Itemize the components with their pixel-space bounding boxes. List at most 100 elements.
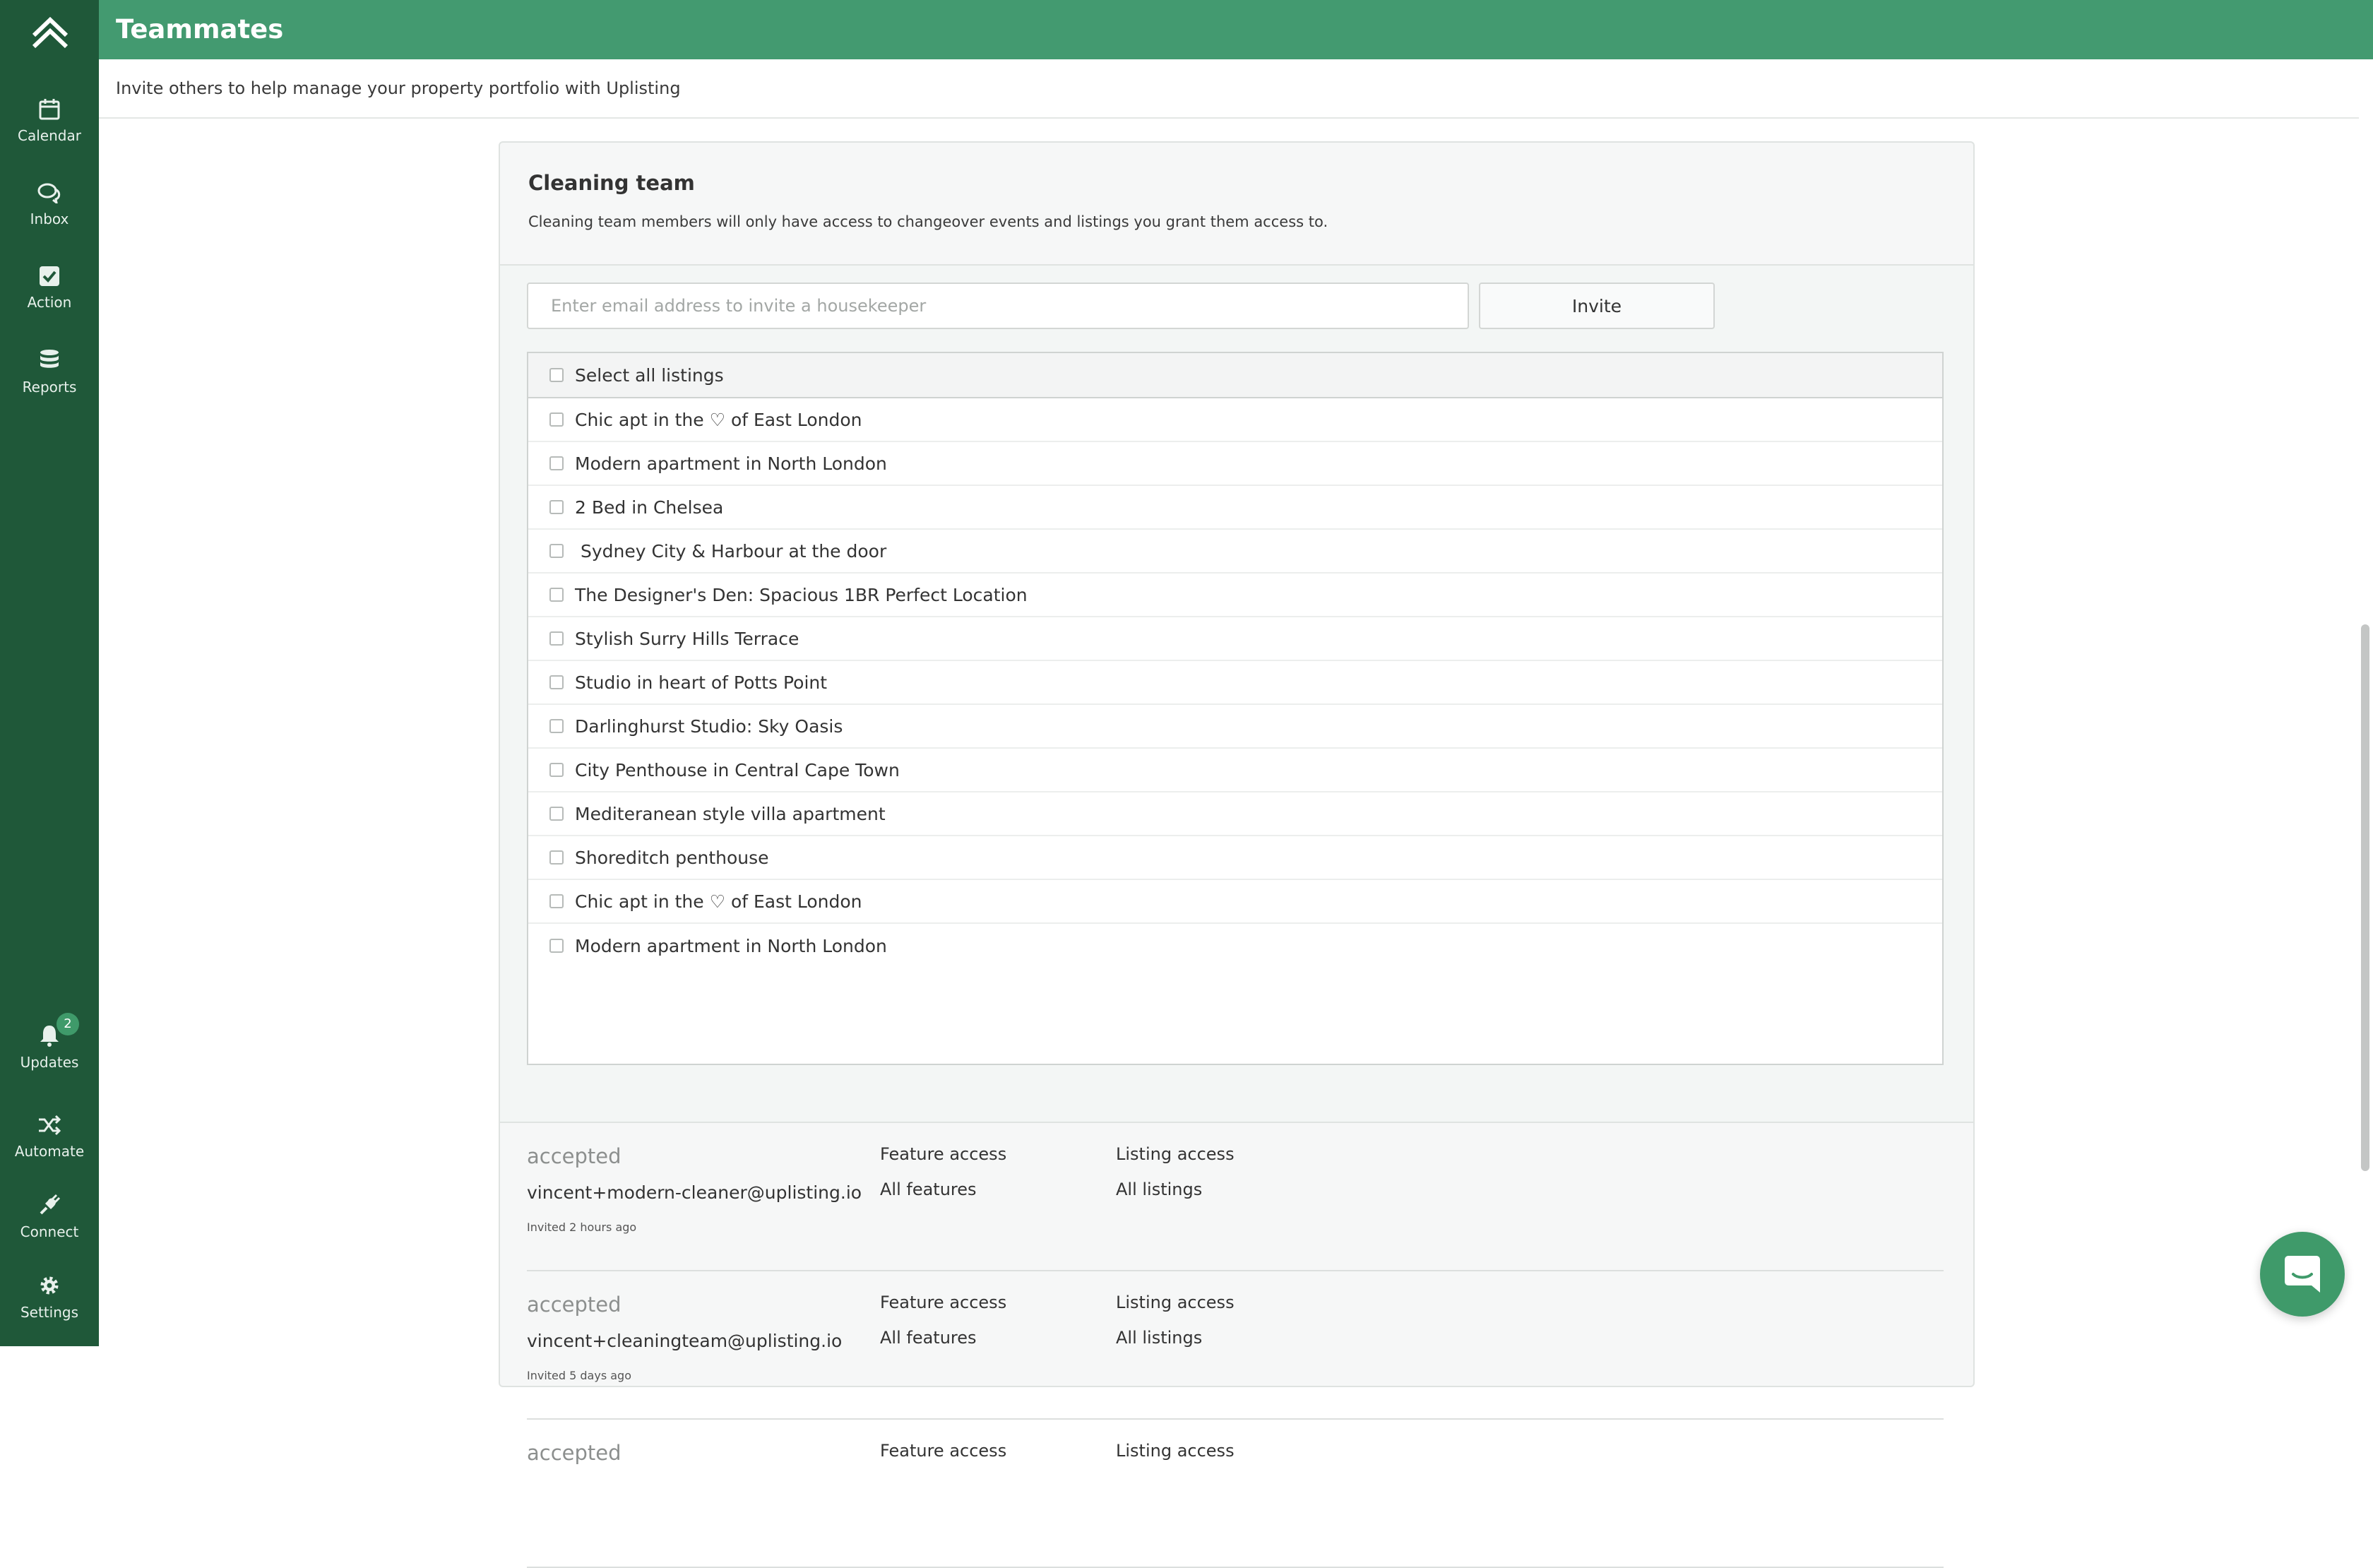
sidebar: Calendar Inbox Action Reports 2 Updates [0,0,99,1346]
gear-icon [40,1276,59,1295]
select-all-row[interactable]: Select all listings [528,353,1942,398]
listing-checkbox[interactable] [549,412,564,427]
listing-row[interactable]: The Designer's Den: Spacious 1BR Perfect… [528,574,1942,617]
listing-row[interactable]: Chic apt in the ♡ of East London [528,880,1942,924]
listings-list: Select all listings Chic apt in the ♡ of… [527,352,1944,1065]
listing-label: Stylish Surry Hills Terrace [575,628,799,649]
sidebar-item-label: Updates [20,1054,79,1071]
listing-access-header: Listing access [1116,1293,1235,1312]
feature-access-header: Feature access [880,1144,1007,1164]
feature-access-header: Feature access [880,1293,1007,1312]
member-invited-time: Invited 5 days ago [527,1369,631,1382]
listing-checkbox[interactable] [549,631,564,646]
team-member: accepted Feature access Listing access [527,1418,1944,1568]
listing-label: The Designer's Den: Spacious 1BR Perfect… [575,584,1028,605]
listing-checkbox[interactable] [549,500,564,514]
listing-checkbox[interactable] [549,719,564,733]
listing-access-value: All listings [1116,1180,1203,1199]
listing-row[interactable]: Studio in heart of Potts Point [528,661,1942,705]
listing-row[interactable]: Modern apartment in North London [528,442,1942,486]
listing-label: Sydney City & Harbour at the door [575,540,887,562]
card-description: Cleaning team members will only have acc… [528,213,1328,230]
sidebar-item-action[interactable]: Action [0,266,99,311]
listing-access-value: All listings [1116,1328,1203,1348]
chat-icon [2285,1256,2320,1293]
sidebar-item-reports[interactable]: Reports [0,349,99,396]
calendar-icon [39,99,60,120]
listing-label: Chic apt in the ♡ of East London [575,891,862,912]
listing-row[interactable]: 2 Bed in Chelsea [528,486,1942,530]
listing-label: Modern apartment in North London [575,935,887,956]
sidebar-item-label: Reports [22,379,77,396]
select-all-checkbox[interactable] [549,368,564,382]
sidebar-item-updates[interactable]: 2 Updates [0,1013,99,1071]
page-title: Teammates [116,14,284,44]
listing-row[interactable]: Shoreditch penthouse [528,836,1942,880]
listing-label: City Penthouse in Central Cape Town [575,759,900,780]
member-email: vincent+modern-cleaner@uplisting.io [527,1182,862,1203]
listing-checkbox[interactable] [549,850,564,865]
sidebar-item-settings[interactable]: Settings [0,1274,99,1321]
listing-row[interactable]: Mediteranean style villa apartment [528,792,1942,836]
listing-label: Chic apt in the ♡ of East London [575,409,862,430]
sidebar-item-label: Action [27,294,72,311]
listing-label: Mediteranean style villa apartment [575,803,886,824]
listing-checkbox[interactable] [549,456,564,470]
database-icon [40,350,59,368]
listing-row[interactable]: Modern apartment in North London [528,924,1942,968]
sidebar-item-automate[interactable]: Automate [0,1115,99,1160]
select-all-label: Select all listings [575,364,724,386]
listing-row[interactable]: Stylish Surry Hills Terrace [528,617,1942,661]
sidebar-item-label: Connect [20,1223,79,1240]
listing-checkbox[interactable] [549,675,564,689]
sidebar-item-label: Inbox [30,210,69,227]
chat-bubbles-icon [37,183,61,203]
listing-row[interactable]: City Penthouse in Central Cape Town [528,749,1942,792]
feature-access-value: All features [880,1180,977,1199]
updates-badge: 2 [56,1013,79,1035]
listing-checkbox[interactable] [549,807,564,821]
sidebar-item-label: Settings [20,1304,79,1321]
team-member: accepted vincent+cleaningteam@uplisting.… [527,1270,1944,1420]
listing-row[interactable]: Chic apt in the ♡ of East London [528,398,1942,442]
feature-access-value: All features [880,1328,977,1348]
sidebar-item-label: Automate [14,1143,85,1160]
page-header: Teammates [99,0,2373,59]
shuffle-icon [39,1115,61,1136]
feature-access-header: Feature access [880,1441,1007,1461]
member-status: accepted [527,1293,622,1317]
invite-form: Invite Select all listings Chic apt in t… [500,264,1973,1123]
cleaning-team-card: Cleaning team Cleaning team members will… [499,141,1975,1568]
listing-label: Shoreditch penthouse [575,847,769,868]
sidebar-item-connect[interactable]: Connect [0,1194,99,1240]
listing-checkbox[interactable] [549,939,564,953]
member-status: accepted [527,1144,622,1168]
listing-label: Darlinghurst Studio: Sky Oasis [575,715,843,737]
uplisting-logo[interactable] [30,14,71,49]
listing-label: 2 Bed in Chelsea [575,497,724,518]
invite-button[interactable]: Invite [1479,283,1715,329]
sidebar-item-inbox[interactable]: Inbox [0,182,99,227]
listing-access-header: Listing access [1116,1144,1235,1164]
listing-checkbox[interactable] [549,544,564,558]
page-subheader: Invite others to help manage your proper… [99,59,2373,119]
member-invited-time: Invited 2 hours ago [527,1220,637,1234]
card-title: Cleaning team [528,171,695,195]
listing-label: Modern apartment in North London [575,453,887,474]
scrollbar-thumb[interactable] [2361,624,2369,1171]
card-header: Cleaning team Cleaning team members will… [500,143,1973,264]
listing-checkbox[interactable] [549,588,564,602]
listing-row[interactable]: Darlinghurst Studio: Sky Oasis [528,705,1942,749]
listing-checkbox[interactable] [549,763,564,777]
chat-widget-button[interactable] [2260,1232,2345,1317]
plug-icon [40,1194,61,1215]
checkbox-icon [40,266,59,286]
listing-checkbox[interactable] [549,894,564,908]
sidebar-item-label: Calendar [18,127,81,144]
listing-access-header: Listing access [1116,1441,1235,1461]
sidebar-item-calendar[interactable]: Calendar [0,97,99,144]
member-email: vincent+cleaningteam@uplisting.io [527,1331,843,1351]
listing-label: Studio in heart of Potts Point [575,672,828,693]
listing-row[interactable]: Sydney City & Harbour at the door [528,530,1942,574]
email-field[interactable] [527,283,1469,329]
